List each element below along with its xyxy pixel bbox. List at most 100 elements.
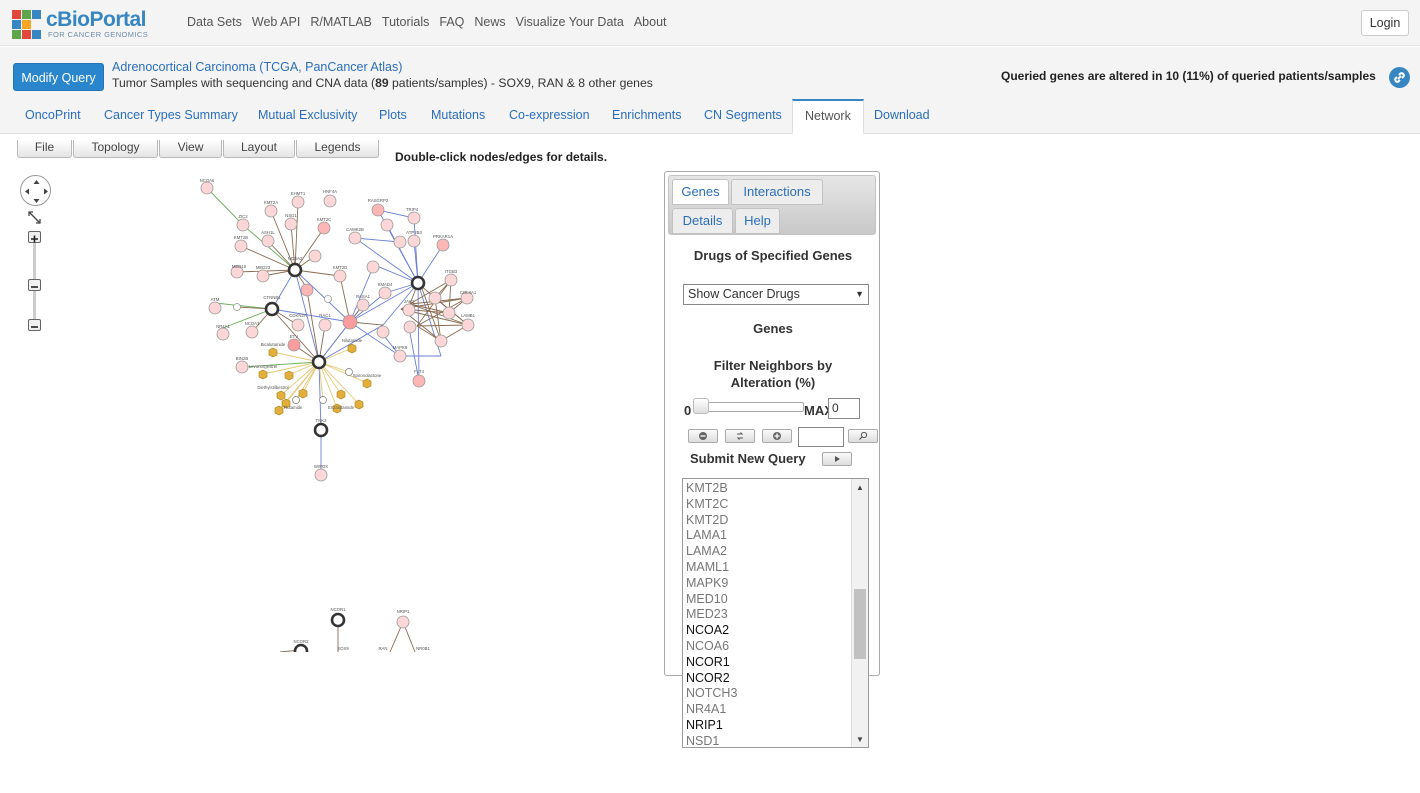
network-node[interactable] bbox=[311, 354, 327, 370]
network-node[interactable] bbox=[407, 211, 421, 225]
network-node[interactable] bbox=[407, 234, 421, 248]
file-menu-button[interactable]: File bbox=[17, 140, 72, 158]
gene-list-item[interactable]: MED10 bbox=[686, 592, 737, 608]
gene-list-item[interactable]: NCOA6 bbox=[686, 639, 737, 655]
network-node[interactable] bbox=[276, 390, 286, 401]
tab-cancer-types-summary[interactable]: Cancer Types Summary bbox=[92, 99, 250, 134]
fit-to-screen-icon[interactable] bbox=[28, 211, 41, 224]
network-node[interactable] bbox=[345, 368, 353, 376]
network-node[interactable] bbox=[354, 399, 364, 410]
gene-list-item[interactable]: MAML1 bbox=[686, 560, 737, 576]
network-node[interactable] bbox=[371, 203, 385, 217]
network-node[interactable] bbox=[319, 396, 327, 404]
tab-download[interactable]: Download bbox=[862, 99, 942, 134]
network-node[interactable] bbox=[291, 195, 305, 209]
network-node[interactable] bbox=[410, 275, 426, 291]
nav-about[interactable]: About bbox=[634, 15, 667, 29]
network-node[interactable] bbox=[324, 295, 332, 303]
slider-max-input[interactable]: 0 bbox=[828, 398, 860, 419]
network-node[interactable] bbox=[428, 291, 442, 305]
panel-tab-interactions[interactable]: Interactions bbox=[731, 179, 823, 205]
network-node[interactable] bbox=[216, 327, 230, 341]
alteration-slider-handle[interactable] bbox=[693, 398, 709, 414]
network-node[interactable] bbox=[434, 334, 448, 348]
network-node[interactable] bbox=[292, 396, 300, 404]
panel-tab-genes[interactable]: Genes bbox=[672, 179, 729, 205]
network-node[interactable] bbox=[284, 370, 294, 381]
gene-list-item[interactable]: LAMA2 bbox=[686, 544, 737, 560]
network-node[interactable] bbox=[235, 360, 249, 374]
nav-r-matlab[interactable]: R/MATLAB bbox=[310, 15, 372, 29]
network-node[interactable] bbox=[268, 347, 278, 358]
network-node[interactable] bbox=[323, 194, 337, 208]
network-node[interactable] bbox=[308, 249, 322, 263]
network-node[interactable] bbox=[366, 260, 380, 274]
network-node[interactable] bbox=[318, 318, 332, 332]
network-node[interactable] bbox=[298, 388, 308, 399]
gene-list-item[interactable]: KMT2B bbox=[686, 481, 737, 497]
nav-web-api[interactable]: Web API bbox=[252, 15, 300, 29]
topology-menu-button[interactable]: Topology bbox=[73, 140, 158, 158]
nav-tutorials[interactable]: Tutorials bbox=[382, 15, 429, 29]
panel-tab-details[interactable]: Details bbox=[672, 208, 733, 234]
link-icon[interactable] bbox=[1389, 67, 1410, 88]
drug-filter-select[interactable]: Show Cancer Drugs ▼ bbox=[683, 284, 869, 305]
zoom-in-icon[interactable] bbox=[28, 231, 41, 243]
tab-mutual-exclusivity[interactable]: Mutual Exclusivity bbox=[246, 99, 369, 134]
network-node[interactable] bbox=[442, 306, 456, 320]
gene-search-input[interactable] bbox=[798, 427, 844, 447]
network-node[interactable] bbox=[393, 349, 407, 363]
network-node[interactable] bbox=[236, 218, 250, 232]
tab-plots[interactable]: Plots bbox=[367, 99, 419, 134]
network-graph[interactable]: NCOA6 ZIC2 KMT2A EHMT1 HNF4A RASGRP2 TRI… bbox=[195, 170, 490, 490]
network-node[interactable] bbox=[313, 422, 329, 438]
panel-tab-help[interactable]: Help bbox=[735, 208, 780, 234]
network-node[interactable] bbox=[234, 239, 248, 253]
network-node[interactable] bbox=[461, 318, 475, 332]
network-node[interactable] bbox=[300, 283, 314, 297]
network-node[interactable] bbox=[436, 238, 450, 252]
zoom-slider-handle[interactable] bbox=[28, 279, 41, 291]
gene-list-scrollbar[interactable]: ▲ ▼ bbox=[851, 479, 868, 747]
submit-new-query-button[interactable] bbox=[822, 452, 852, 466]
add-neighbors-button[interactable] bbox=[762, 429, 792, 443]
gene-list-item[interactable]: KMT2D bbox=[686, 513, 737, 529]
nav-news[interactable]: News bbox=[474, 15, 505, 29]
gene-list-item[interactable]: KMT2C bbox=[686, 497, 737, 513]
gene-list-item[interactable]: NOTCH3 bbox=[686, 686, 737, 702]
scroll-up-icon[interactable]: ▲ bbox=[856, 483, 864, 492]
gene-list-item[interactable]: NCOR1 bbox=[686, 655, 737, 671]
tab-co-expression[interactable]: Co-expression bbox=[497, 99, 602, 134]
nav-faq[interactable]: FAQ bbox=[439, 15, 464, 29]
tab-network[interactable]: Network bbox=[792, 99, 864, 134]
layout-menu-button[interactable]: Layout bbox=[223, 140, 295, 158]
network-node[interactable] bbox=[362, 378, 372, 389]
network-node[interactable] bbox=[284, 217, 298, 231]
network-node[interactable] bbox=[317, 221, 331, 235]
network-node[interactable] bbox=[380, 218, 394, 232]
network-node[interactable] bbox=[314, 468, 328, 482]
network-node[interactable] bbox=[403, 320, 417, 334]
nav-visualize-your-data[interactable]: Visualize Your Data bbox=[516, 15, 624, 29]
gene-list-item[interactable]: NSD1 bbox=[686, 734, 737, 747]
pan-control[interactable] bbox=[20, 175, 51, 206]
scroll-down-icon[interactable]: ▼ bbox=[856, 735, 864, 744]
gene-list-item[interactable]: MED23 bbox=[686, 607, 737, 623]
network-node[interactable] bbox=[444, 273, 458, 287]
gene-list-item[interactable]: LAMA1 bbox=[686, 528, 737, 544]
legends-menu-button[interactable]: Legends bbox=[296, 140, 379, 158]
network-node[interactable] bbox=[336, 389, 346, 400]
network-node[interactable] bbox=[256, 269, 270, 283]
update-button[interactable] bbox=[725, 429, 755, 443]
network-node[interactable] bbox=[233, 303, 241, 311]
nav-data-sets[interactable]: Data Sets bbox=[187, 15, 242, 29]
gene-list-item[interactable]: MAPK9 bbox=[686, 576, 737, 592]
network-node[interactable] bbox=[412, 374, 426, 388]
gene-list-item[interactable]: NCOR2 bbox=[686, 671, 737, 687]
tab-mutations[interactable]: Mutations bbox=[419, 99, 497, 134]
zoom-out-icon[interactable] bbox=[28, 319, 41, 331]
tab-oncoprint[interactable]: OncoPrint bbox=[13, 99, 93, 134]
alteration-slider-track[interactable] bbox=[696, 402, 804, 412]
tab-cn-segments[interactable]: CN Segments bbox=[692, 99, 794, 134]
network-node[interactable] bbox=[356, 298, 370, 312]
